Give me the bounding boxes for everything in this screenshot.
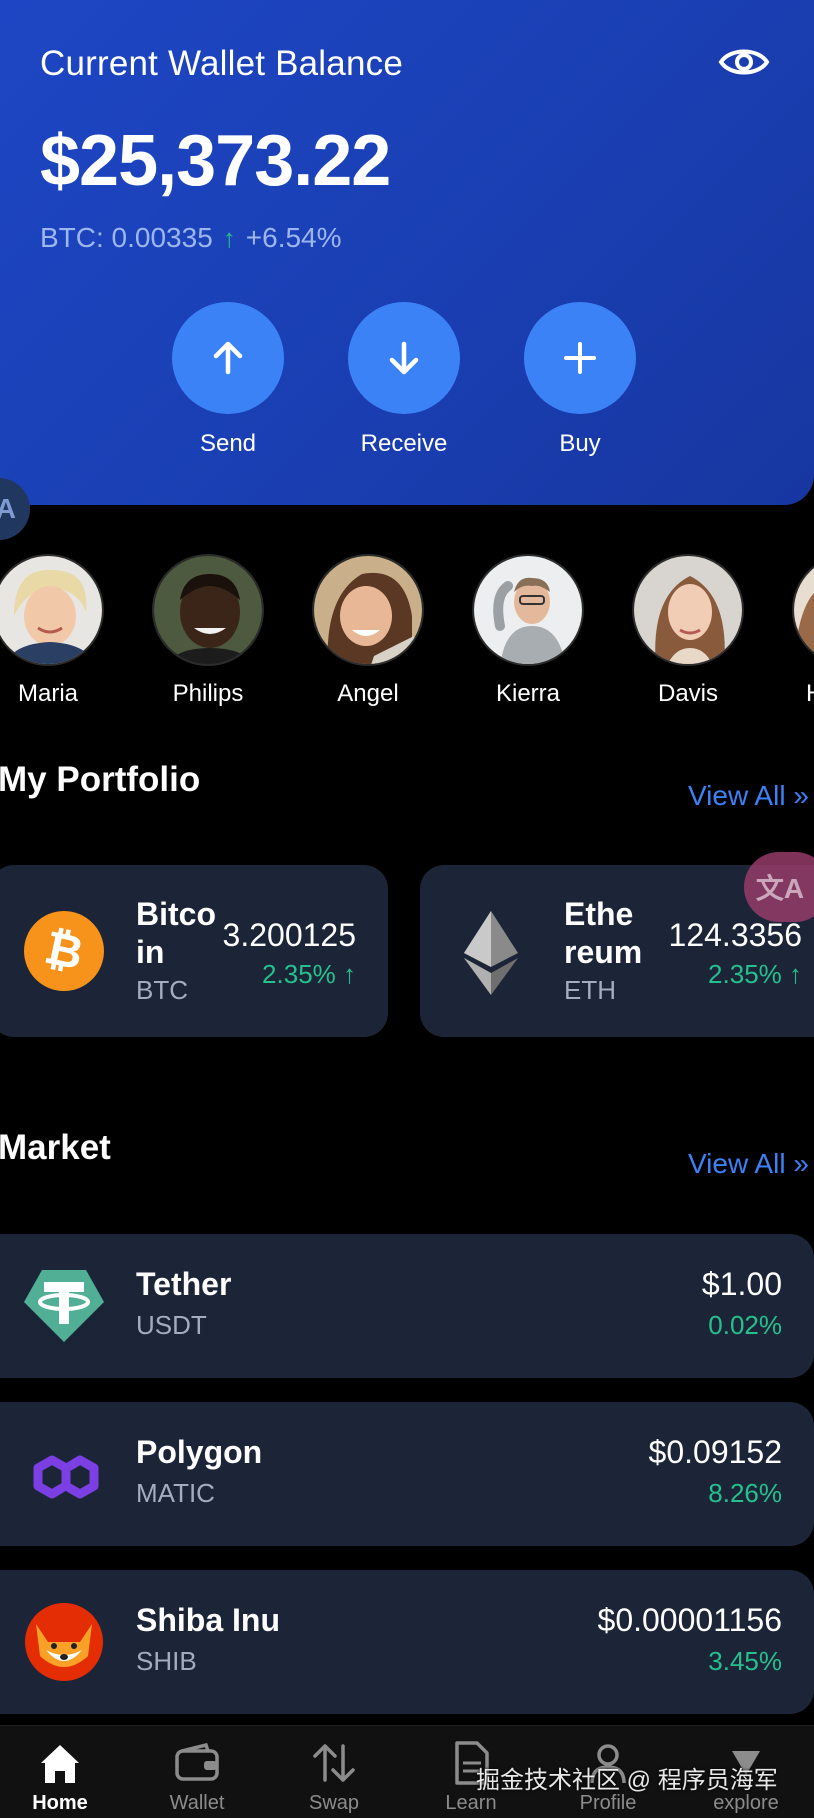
coin-name-line1: Ethe: [564, 896, 634, 932]
nav-label: Swap: [308, 1792, 360, 1814]
coin-amount: 124.3356: [668, 917, 802, 953]
bitcoin-icon: ₿: [24, 911, 104, 991]
arrow-up-icon: ↑: [222, 222, 236, 253]
contact-maria[interactable]: Maria: [0, 554, 104, 708]
nav-label: explore: [713, 1792, 779, 1814]
wallet-icon: [175, 1743, 219, 1781]
plus-icon: [564, 342, 596, 374]
coin-price: $0.00001156: [597, 1602, 782, 1638]
coin-change: 0.02%: [708, 1310, 782, 1340]
coin-symbol: BTC: [136, 975, 188, 1005]
swap-icon: [313, 1744, 355, 1782]
nav-swap[interactable]: Swap: [274, 1740, 394, 1815]
contact-name: Angel: [337, 680, 399, 707]
portfolio-card-btc[interactable]: ₿ Bitco in BTC 3.200125 2.35% ↑: [0, 865, 388, 1037]
coin-symbol: ETH: [564, 975, 616, 1005]
contact-philips[interactable]: Philips: [152, 554, 264, 708]
coin-change: 2.35% ↑: [708, 959, 802, 989]
coin-change: 8.26%: [708, 1478, 782, 1508]
coin-name: Tether: [136, 1266, 232, 1302]
coin-name-line1: Bitco: [136, 896, 216, 932]
shiba-icon: [25, 1603, 103, 1681]
polygon-icon: [33, 1455, 99, 1499]
watermark: 掘金技术社区 @ 程序员海军: [476, 1767, 778, 1794]
contact-angel[interactable]: Angel: [312, 554, 424, 708]
avatar[interactable]: [472, 554, 584, 666]
receive-button[interactable]: Receive: [348, 302, 460, 458]
translate-icon[interactable]: 文A: [744, 852, 814, 922]
portfolio-title: My Portfolio: [0, 760, 201, 799]
coin-change: 2.35% ↑: [262, 959, 356, 989]
total-balance: $25,373.22: [40, 121, 391, 201]
coin-name: Ethe reum: [564, 895, 642, 971]
portfolio-view-all-link[interactable]: View All »: [688, 780, 809, 812]
contact-name: H: [792, 680, 814, 708]
coin-symbol: SHIB: [136, 1646, 197, 1676]
send-label: Send: [199, 430, 257, 457]
eye-icon[interactable]: [718, 44, 770, 80]
market-title: Market: [0, 1128, 111, 1167]
btc-summary: BTC: 0.00335 ↑ +6.54%: [40, 222, 342, 254]
nav-wallet[interactable]: Wallet: [137, 1740, 257, 1815]
coin-name: Shiba Inu: [136, 1602, 280, 1638]
contact-partial[interactable]: H: [792, 554, 814, 708]
nav-label: Profile: [579, 1792, 637, 1814]
contact-name: Kierra: [495, 680, 561, 707]
wallet-screen: Current Wallet Balance $25,373.22 BTC: 0…: [0, 0, 814, 1818]
balance-title: Current Wallet Balance: [40, 44, 403, 83]
arrow-up-icon: [213, 341, 243, 375]
avatar[interactable]: [152, 554, 264, 666]
coin-symbol: MATIC: [136, 1478, 215, 1508]
nav-home[interactable]: Home: [0, 1740, 120, 1815]
btc-amount: BTC: 0.00335: [40, 222, 213, 253]
buy-circle[interactable]: [524, 302, 636, 414]
balance-card: Current Wallet Balance $25,373.22 BTC: 0…: [0, 0, 814, 505]
buy-button[interactable]: Buy: [524, 302, 636, 458]
coin-name: Bitco in: [136, 895, 216, 971]
avatar[interactable]: [312, 554, 424, 666]
coin-amount: 3.200125: [222, 917, 356, 953]
contact-kierra[interactable]: Kierra: [472, 554, 584, 708]
nav-label: Learn: [445, 1792, 497, 1814]
nav-label: Wallet: [169, 1792, 225, 1814]
send-circle[interactable]: [172, 302, 284, 414]
contact-name: Maria: [17, 680, 78, 707]
market-row-tether[interactable]: Tether USDT $1.00 0.02%: [0, 1234, 814, 1378]
coin-price: $0.09152: [648, 1434, 782, 1470]
coin-name-line2: reum: [564, 934, 643, 970]
ethereum-icon: [464, 911, 518, 995]
coin-price: $1.00: [701, 1266, 782, 1302]
nav-label: Home: [32, 1792, 88, 1814]
coin-name: Polygon: [136, 1434, 263, 1470]
coin-change: 3.45%: [708, 1646, 782, 1676]
receive-label: Receive: [360, 430, 448, 457]
home-icon: [41, 1745, 79, 1783]
avatar[interactable]: [792, 554, 814, 666]
contact-name: Davis: [657, 680, 718, 707]
contact-name: Philips: [172, 680, 244, 707]
avatar[interactable]: [632, 554, 744, 666]
send-button[interactable]: Send: [172, 302, 284, 458]
coin-symbol: USDT: [136, 1310, 207, 1340]
arrow-down-icon: [389, 341, 419, 375]
btc-change: +6.54%: [245, 222, 342, 253]
contact-davis[interactable]: Davis: [632, 554, 744, 708]
avatar[interactable]: [0, 554, 104, 666]
tether-icon: [24, 1270, 104, 1342]
market-view-all-link[interactable]: View All »: [688, 1148, 809, 1180]
market-row-shiba[interactable]: Shiba Inu SHIB $0.00001156 3.45%: [0, 1570, 814, 1714]
buy-label: Buy: [559, 430, 601, 457]
market-row-polygon[interactable]: Polygon MATIC $0.09152 8.26%: [0, 1402, 814, 1546]
receive-circle[interactable]: [348, 302, 460, 414]
coin-name-line2: in: [136, 934, 165, 970]
